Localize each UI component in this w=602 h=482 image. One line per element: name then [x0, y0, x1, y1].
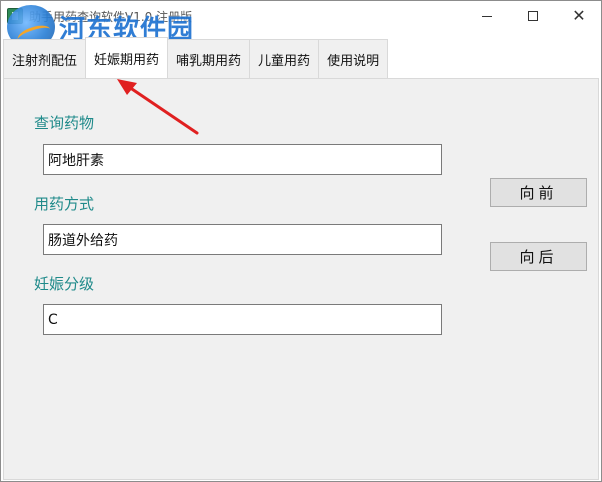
close-icon: ✕ [572, 6, 586, 25]
pregnancy-panel: 查询药物 用药方式 妊娠分级 向前 向后 [3, 78, 599, 480]
minimize-icon [482, 15, 492, 17]
tab-strip: 注射剂配伍 妊娠期用药 哺乳期用药 儿童用药 使用说明 [3, 37, 389, 79]
maximize-icon [528, 11, 538, 21]
pregnancy-grade-field[interactable] [43, 304, 442, 335]
app-icon [7, 8, 23, 24]
tab-children[interactable]: 儿童用药 [249, 39, 320, 79]
close-button[interactable]: ✕ [556, 1, 602, 31]
tab-lactation[interactable]: 哺乳期用药 [167, 39, 251, 79]
window-title: 助手用药查询软件V1.0 注册版 [29, 10, 193, 24]
maximize-button[interactable] [510, 1, 556, 31]
next-button[interactable]: 向后 [490, 242, 587, 271]
title-bar: 助手用药查询软件V1.0 注册版 ✕ [1, 1, 601, 33]
pregnancy-grade-label: 妊娠分级 [34, 275, 95, 293]
route-field[interactable] [43, 224, 442, 255]
query-drug-label: 查询药物 [34, 114, 95, 132]
minimize-button[interactable] [464, 1, 510, 31]
tab-injection-compat[interactable]: 注射剂配伍 [3, 39, 87, 79]
prev-button[interactable]: 向前 [490, 178, 587, 207]
query-drug-input[interactable] [43, 144, 442, 175]
tab-pregnancy[interactable]: 妊娠期用药 [85, 37, 169, 79]
tab-instructions[interactable]: 使用说明 [318, 39, 389, 79]
route-label: 用药方式 [34, 195, 95, 213]
